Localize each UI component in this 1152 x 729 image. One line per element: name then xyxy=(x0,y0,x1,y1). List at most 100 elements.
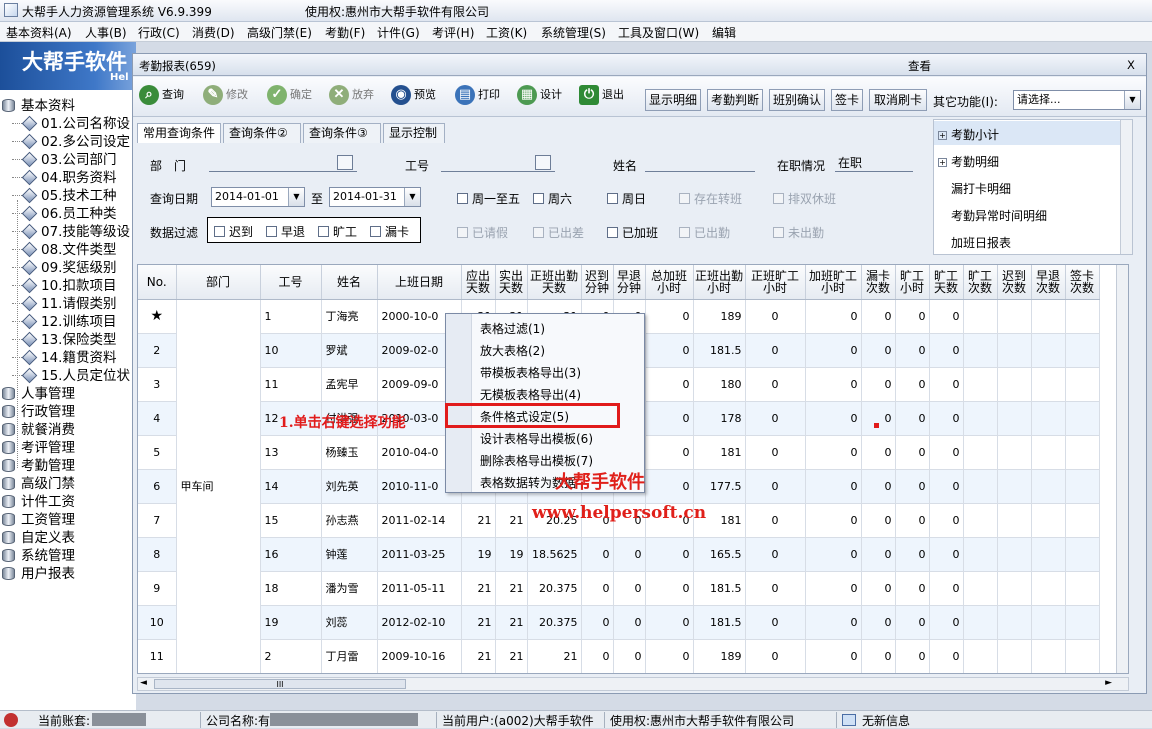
table-row[interactable]: 9 18 潘为雪 2011-05-11 21 21 20.375 0 0 0 181.5 0 0 0 0 0 xyxy=(138,571,1100,606)
close-button[interactable]: X xyxy=(1127,58,1135,72)
tree-node[interactable]: 自定义表 xyxy=(2,526,75,546)
column-header[interactable]: 应出天数 xyxy=(461,265,496,300)
preview-button[interactable]: ◉ 预览 xyxy=(391,85,436,109)
tree-node[interactable]: 考评管理 xyxy=(2,436,75,456)
early-checkbox[interactable]: 早退 xyxy=(266,223,305,240)
table-cell[interactable]: 0 xyxy=(613,639,646,673)
table-cell[interactable]: 178 xyxy=(693,401,746,436)
table-cell[interactable]: 18 xyxy=(260,571,322,606)
late-checkbox[interactable]: 迟到 xyxy=(214,223,253,240)
table-cell[interactable] xyxy=(1031,333,1066,368)
miss-checkbox[interactable]: 漏卡 xyxy=(370,223,409,240)
table-cell[interactable]: 0 xyxy=(745,367,806,402)
report-item-abnormal[interactable]: 考勤异常时间明细 xyxy=(951,207,1047,224)
menu-piece[interactable]: 计件(G) xyxy=(377,24,420,41)
table-cell[interactable] xyxy=(963,435,998,470)
menu-item-filter[interactable]: 表格过滤(1) xyxy=(480,320,545,337)
table-cell[interactable]: 2012-02-10 xyxy=(377,605,462,640)
table-cell[interactable]: 11 xyxy=(138,639,177,673)
table-cell[interactable]: 3 xyxy=(138,367,177,402)
table-cell[interactable] xyxy=(963,367,998,402)
table-cell[interactable]: 0 xyxy=(805,299,862,334)
table-cell[interactable] xyxy=(1065,333,1100,368)
print-button[interactable]: ▤ 打印 xyxy=(455,85,500,109)
table-cell[interactable]: 0 xyxy=(805,605,862,640)
tree-leaf[interactable]: 08.文件类型 xyxy=(12,238,116,258)
double-rest-checkbox[interactable]: 排双休班 xyxy=(773,190,836,207)
menu-item-zoom[interactable]: 放大表格(2) xyxy=(480,342,545,359)
shift-confirm-button[interactable]: 班别确认 xyxy=(769,89,825,111)
table-cell[interactable]: 181 xyxy=(693,435,746,470)
table-cell[interactable]: 0 xyxy=(861,299,896,334)
column-header[interactable]: 漏卡次数 xyxy=(861,265,896,300)
table-cell[interactable]: 21 xyxy=(461,503,496,538)
menu-eval[interactable]: 考评(H) xyxy=(432,24,474,41)
table-cell[interactable]: 2 xyxy=(138,333,177,368)
table-cell[interactable]: 0 xyxy=(645,469,694,504)
menu-tools[interactable]: 工具及窗口(W) xyxy=(618,24,699,41)
tree-node[interactable]: 考勤管理 xyxy=(2,454,75,474)
table-cell[interactable]: 18.5625 xyxy=(527,537,582,572)
table-cell[interactable]: 180 xyxy=(693,367,746,402)
table-cell[interactable]: 0 xyxy=(805,571,862,606)
table-cell[interactable]: 181.5 xyxy=(693,571,746,606)
table-cell[interactable]: 0 xyxy=(745,435,806,470)
table-cell[interactable]: 0 xyxy=(645,571,694,606)
report-item-overtime[interactable]: 加班日报表 xyxy=(951,234,1011,251)
menu-item-delete-template[interactable]: 删除表格导出模板(7) xyxy=(480,452,593,469)
table-cell[interactable]: 21 xyxy=(495,571,528,606)
tree-node[interactable]: 计件工资 xyxy=(2,490,75,510)
table-cell[interactable]: 0 xyxy=(613,571,646,606)
tab-common-query[interactable]: 常用查询条件 xyxy=(137,123,221,143)
table-cell[interactable]: 14 xyxy=(260,469,322,504)
table-cell[interactable]: 0 xyxy=(861,469,896,504)
cancel-swipe-button[interactable]: 取消刷卡 xyxy=(869,89,927,111)
table-cell[interactable]: 0 xyxy=(861,435,896,470)
menu-edit[interactable]: 编辑 xyxy=(712,24,736,41)
weekday-checkbox[interactable]: 周一至五 xyxy=(457,190,520,207)
table-cell[interactable]: 0 xyxy=(861,401,896,436)
table-cell[interactable]: 0 xyxy=(745,639,806,673)
column-header[interactable]: 上班日期 xyxy=(377,265,462,300)
table-cell[interactable] xyxy=(1031,605,1066,640)
table-cell[interactable]: 0 xyxy=(645,367,694,402)
table-cell[interactable]: 181.5 xyxy=(693,333,746,368)
table-cell[interactable]: 杨臻玉 xyxy=(321,435,378,470)
table-cell[interactable]: 0 xyxy=(929,333,964,368)
tree-node-basic[interactable]: 基本资料 xyxy=(2,94,75,114)
table-cell[interactable]: 0 xyxy=(929,401,964,436)
table-cell[interactable]: 0 xyxy=(745,469,806,504)
table-cell[interactable]: 0 xyxy=(745,299,806,334)
tree-node[interactable]: 系统管理 xyxy=(2,544,75,564)
table-cell[interactable] xyxy=(997,503,1032,538)
column-header[interactable]: 正班出勤天数 xyxy=(527,265,582,300)
tab-display-control[interactable]: 显示控制 xyxy=(383,123,445,143)
table-row[interactable]: 8 16 钟莲 2011-03-25 19 19 18.5625 0 0 0 165.5 0 0 0 0 0 xyxy=(138,537,1100,572)
table-cell[interactable]: 2011-03-25 xyxy=(377,537,462,572)
table-cell[interactable]: 15 xyxy=(260,503,322,538)
tree-leaf[interactable]: 03.公司部门 xyxy=(12,148,116,168)
saturday-checkbox[interactable]: 周六 xyxy=(533,190,572,207)
scroll-right-icon[interactable]: ► xyxy=(1105,678,1112,688)
table-cell[interactable]: 0 xyxy=(895,401,930,436)
table-cell[interactable] xyxy=(997,571,1032,606)
table-cell[interactable]: 4 xyxy=(138,401,177,436)
table-cell[interactable] xyxy=(1031,469,1066,504)
table-cell[interactable]: 2011-02-14 xyxy=(377,503,462,538)
table-cell[interactable]: 0 xyxy=(861,639,896,673)
tree-leaf[interactable]: 06.员工种类 xyxy=(12,202,116,222)
table-cell[interactable]: 0 xyxy=(645,435,694,470)
dept-picker-icon[interactable] xyxy=(337,155,353,170)
table-cell[interactable] xyxy=(1065,435,1100,470)
tree-leaf[interactable]: 15.人员定位状 xyxy=(12,364,130,384)
table-cell[interactable] xyxy=(1065,503,1100,538)
table-cell[interactable]: 0 xyxy=(745,537,806,572)
table-cell[interactable]: 13 xyxy=(260,435,322,470)
table-cell[interactable]: 0 xyxy=(929,503,964,538)
trip-checkbox[interactable]: 已出差 xyxy=(533,224,584,241)
tree-node[interactable]: 工资管理 xyxy=(2,508,75,528)
grid-vscrollbar[interactable] xyxy=(1116,265,1128,673)
table-cell[interactable]: 0 xyxy=(929,605,964,640)
table-cell[interactable]: 0 xyxy=(581,537,614,572)
menu-basic[interactable]: 基本资料(A) xyxy=(6,24,72,41)
